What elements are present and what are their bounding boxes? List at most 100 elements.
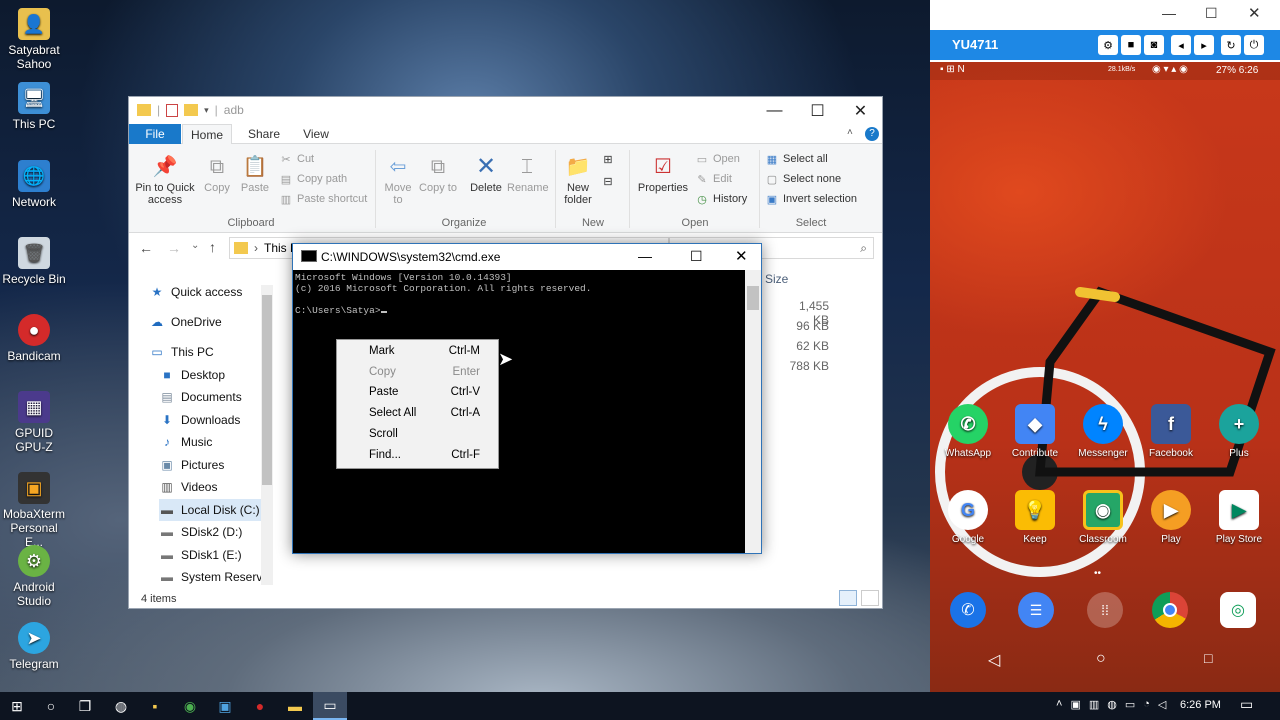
properties-icon[interactable] xyxy=(166,103,179,117)
new-item-button[interactable]: ⊞ xyxy=(601,152,615,166)
app-contribute[interactable]: ◆ Contribute xyxy=(1005,404,1065,459)
details-view-icon[interactable] xyxy=(839,590,857,606)
nav-desktop[interactable]: ■ Desktop xyxy=(159,364,225,386)
forward-arrow-icon[interactable]: → xyxy=(167,240,181,256)
sticky-notes-icon[interactable]: ▪ xyxy=(138,692,172,720)
large-icons-view-icon[interactable] xyxy=(861,590,879,606)
maximize-button[interactable]: ☐ xyxy=(690,248,703,265)
properties-button[interactable]: ☑ Properties xyxy=(633,154,693,194)
column-header-size[interactable]: Size xyxy=(765,272,788,286)
app-classroom[interactable]: ◉ Classroom xyxy=(1073,490,1133,545)
app-whatsapp[interactable]: ✆ WhatsApp xyxy=(938,404,998,459)
nav-scrollbar[interactable] xyxy=(261,285,273,585)
desktop-icon-gpuz[interactable]: ▦ GPUID GPU-Z xyxy=(2,391,66,454)
nav-quick-access[interactable]: ★ Quick access xyxy=(149,281,243,303)
select-all-button[interactable]: ▦ Select all xyxy=(765,152,828,166)
nav-sdisk2-d[interactable]: ▬ SDisk2 (D:) xyxy=(159,521,242,543)
close-button[interactable]: ✕ xyxy=(1248,4,1261,22)
app-play-store[interactable]: ▶ Play Store xyxy=(1209,490,1269,545)
power-icon[interactable]: ⏻ xyxy=(1244,35,1264,55)
app-google[interactable]: G Google xyxy=(938,490,998,545)
desktop-icon-network[interactable]: 🌐 Network xyxy=(2,160,66,209)
tab-view[interactable]: View xyxy=(291,124,341,144)
app-drawer-icon[interactable]: ⁞⁞ xyxy=(1087,592,1123,628)
nav-music[interactable]: ♪ Music xyxy=(159,431,212,453)
paste-button[interactable]: 📋 Paste xyxy=(237,154,273,194)
scrollbar-thumb[interactable] xyxy=(262,295,272,485)
network-icon[interactable]: ◔ xyxy=(1143,698,1150,711)
help-icon[interactable]: ? xyxy=(865,127,879,141)
task-view-icon[interactable]: ❐ xyxy=(68,692,102,720)
phone-dialer-icon[interactable]: ✆ xyxy=(950,592,986,628)
nav-pictures[interactable]: ▣ Pictures xyxy=(159,454,224,476)
close-button[interactable]: ✕ xyxy=(839,97,882,125)
minimize-button[interactable]: — xyxy=(1162,5,1176,21)
history-button[interactable]: ◷ History xyxy=(695,192,747,206)
open-button[interactable]: ▭ Open xyxy=(695,152,740,166)
desktop-icon-bandicam[interactable]: ● Bandicam xyxy=(2,314,66,363)
app-messenger[interactable]: ϟ Messenger xyxy=(1073,404,1133,459)
bandicam-taskbar-icon[interactable]: ● xyxy=(243,692,277,720)
camera-icon[interactable]: ◙ xyxy=(1144,35,1164,55)
tab-home[interactable]: Home xyxy=(182,124,232,144)
tray-icon[interactable]: ▣ xyxy=(1070,698,1080,711)
rename-button[interactable]: ⌶ Rename xyxy=(507,154,549,194)
app-play[interactable]: ▶ Play xyxy=(1141,490,1201,545)
battery-icon[interactable]: ▭ xyxy=(1125,698,1135,711)
record-icon[interactable]: ■ xyxy=(1121,35,1141,55)
nav-sdisk1-e[interactable]: ▬ SDisk1 (E:) xyxy=(159,544,242,566)
cut-button[interactable]: ✂ Cut xyxy=(279,152,314,166)
menu-item-find[interactable]: Find... Ctrl-F xyxy=(337,446,498,466)
tray-icon[interactable]: ▥ xyxy=(1089,698,1099,711)
desktop-icon-telegram[interactable]: ➤ Telegram xyxy=(2,622,66,671)
nav-this-pc[interactable]: ▭ This PC xyxy=(149,341,213,363)
camera-app-icon[interactable]: ◎ xyxy=(1220,592,1256,628)
settings-icon[interactable]: ⚙ xyxy=(1098,35,1118,55)
nav-local-disk-c[interactable]: ▬ Local Disk (C:) xyxy=(159,499,263,521)
taskbar-app-icon[interactable]: ◍ xyxy=(104,692,138,720)
copy-to-button[interactable]: ⧉ Copy to xyxy=(419,154,457,194)
android-recents-icon[interactable]: □ xyxy=(1204,650,1212,666)
start-button[interactable]: ⊞ xyxy=(0,692,34,720)
chrome-icon[interactable] xyxy=(1152,592,1188,628)
menu-item-paste[interactable]: Paste Ctrl-V xyxy=(337,383,498,403)
file-explorer-taskbar-icon[interactable]: ▬ xyxy=(278,692,312,720)
maximize-button[interactable]: ☐ xyxy=(1205,5,1218,22)
volume-up-icon[interactable]: ▸ xyxy=(1194,35,1214,55)
desktop-icon-android-studio[interactable]: ⚙ Android Studio xyxy=(2,545,66,608)
console-scrollbar[interactable] xyxy=(745,270,761,553)
nav-videos[interactable]: ▥ Videos xyxy=(159,476,217,498)
nav-onedrive[interactable]: ☁ OneDrive xyxy=(149,311,222,333)
clock[interactable]: 6:26 PM xyxy=(1180,699,1221,711)
messages-icon[interactable]: ☰ xyxy=(1018,592,1054,628)
tray-icon[interactable]: ◍ xyxy=(1107,698,1117,711)
app-facebook[interactable]: f Facebook xyxy=(1141,404,1201,459)
maximize-button[interactable]: ☐ xyxy=(796,97,839,125)
taskbar-app-icon[interactable]: ▣ xyxy=(208,692,242,720)
tab-file[interactable]: File xyxy=(129,124,181,144)
app-keep[interactable]: 💡 Keep xyxy=(1005,490,1065,545)
copy-button[interactable]: ⧉ Copy xyxy=(199,154,235,194)
rotate-icon[interactable]: ↻ xyxy=(1221,35,1241,55)
menu-item-select-all[interactable]: Select All Ctrl-A xyxy=(337,404,498,424)
select-none-button[interactable]: ▢ Select none xyxy=(765,172,841,186)
tab-share[interactable]: Share xyxy=(239,124,289,144)
scrollbar-thumb[interactable] xyxy=(747,286,759,310)
recent-locations-icon[interactable]: ⌄ xyxy=(191,240,199,251)
notification-center-icon[interactable]: ▭ xyxy=(1240,696,1253,713)
back-arrow-icon[interactable]: ← xyxy=(139,240,153,256)
pin-quick-access-button[interactable]: 📌 Pin to Quick access xyxy=(133,154,197,206)
new-folder-icon[interactable] xyxy=(184,104,199,116)
desktop-icon-user-folder[interactable]: 👤 Satyabrat Sahoo xyxy=(2,8,66,71)
edit-button[interactable]: ✎ Edit xyxy=(695,172,732,186)
android-back-icon[interactable]: ◁ xyxy=(988,650,1000,670)
menu-item-scroll[interactable]: Scroll xyxy=(337,425,498,445)
nav-system-reserved[interactable]: ▬ System Reservec xyxy=(159,566,273,587)
delete-button[interactable]: ✕ Delete xyxy=(467,154,505,195)
minimize-button[interactable]: — xyxy=(753,97,796,125)
menu-item-mark[interactable]: Mark Ctrl-M xyxy=(337,342,498,362)
desktop-icon-recycle-bin[interactable]: 🗑 Recycle Bin xyxy=(2,237,66,286)
app-plus[interactable]: + Plus xyxy=(1209,404,1269,459)
nav-downloads[interactable]: ⬇ Downloads xyxy=(159,409,240,431)
chevron-up-icon[interactable]: ˄ xyxy=(1056,698,1062,711)
